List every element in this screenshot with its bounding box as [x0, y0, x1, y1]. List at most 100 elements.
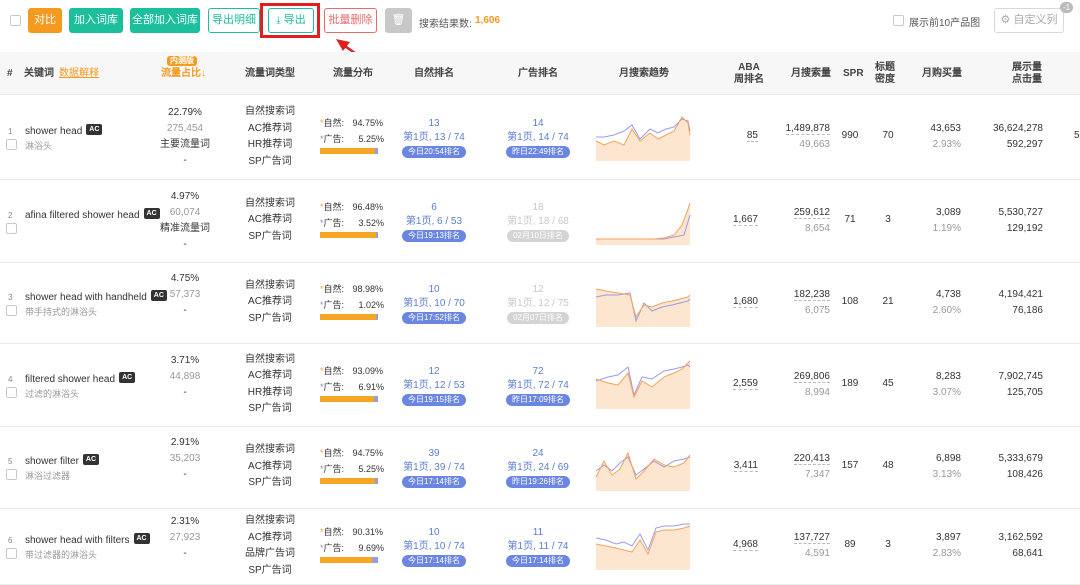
ad-pct: 6.91% [358, 381, 385, 392]
add-all-to-library-button[interactable]: 全部加入词库 [130, 8, 200, 33]
table-row[interactable]: 3 shower head with handheld AC 带手持式的淋浴头 4… [0, 262, 1080, 344]
ad-rank-cell: 18 第1页, 18 / 68 02月10日排名 [498, 201, 578, 243]
keyword-link[interactable]: shower head with filters [25, 535, 130, 546]
flow-type-tag: HR推荐词 [247, 386, 293, 398]
ad-rank-cell: 14 第1页, 14 / 74 昨日22:49排名 [498, 117, 578, 159]
row-checkbox[interactable] [6, 386, 17, 398]
row-checkbox[interactable] [6, 139, 17, 150]
ac-badge: AC [133, 533, 150, 545]
keyword-link[interactable]: shower filter [25, 456, 79, 467]
flow-type-cell: 自然搜索词 AC推荐词 SP广告词 [236, 196, 304, 246]
row-index: 2 [8, 210, 13, 220]
natural-rank-cell: 10 第1页, 10 / 74 今日17:14排名 [396, 526, 472, 568]
aba-rank: 4,968 [732, 539, 758, 551]
row-checkbox[interactable] [6, 222, 17, 234]
keyword-cell: filtered shower head AC 过滤的淋浴头 [25, 371, 136, 401]
flow-share-pct: 4.75% [170, 272, 200, 284]
table-row[interactable]: 6 shower head with filters AC 带过滤器的淋浴头 2.… [0, 508, 1080, 585]
monthly-trend-sparkline[interactable] [594, 195, 692, 245]
purchase-rate: 3.07% [932, 386, 961, 398]
flow-share-dash: - [183, 238, 187, 250]
natural-rank[interactable]: 13 [396, 117, 472, 131]
ad-rank[interactable]: 18 [498, 201, 578, 215]
select-all-checkbox[interactable] [10, 15, 21, 26]
count-badge: -1 [1060, 2, 1074, 13]
flow-type-tag: 自然搜索词 [245, 197, 295, 209]
ad-rank[interactable]: 72 [498, 365, 578, 379]
flow-share-dash: - [183, 469, 187, 480]
natural-rank[interactable]: 10 [396, 283, 472, 297]
natural-pct: 98.98% [352, 283, 384, 294]
keyword-link[interactable]: filtered shower head [25, 374, 115, 385]
title-density-value: 3 [885, 213, 891, 225]
natural-label: 自然: [323, 365, 347, 376]
delete-button[interactable]: 🗑 [385, 8, 412, 33]
data-explain-link[interactable]: 数据解释 [59, 68, 99, 80]
col-spr: SPR [843, 68, 864, 79]
purchase-rate: 3.13% [932, 469, 961, 480]
keyword-link[interactable]: shower head with handheld [25, 292, 147, 303]
ad-rank-page: 第1页, 18 / 68 [507, 215, 569, 227]
flow-dist-cell: *自然: 98.98% *广告: 1.02% [320, 281, 384, 320]
show-top10-checkbox[interactable] [893, 15, 904, 26]
aba-rank: 2,559 [732, 377, 758, 390]
monthly-trend-sparkline[interactable] [594, 441, 692, 491]
monthly-purchase-cell: 4,738 2.60% [912, 287, 961, 319]
col-keyword: 关键词 [24, 68, 54, 79]
ad-rank[interactable]: 12 [498, 283, 578, 297]
natural-rank[interactable]: 12 [396, 365, 472, 379]
table-row[interactable]: 5 shower filter AC 淋浴过滤器 2.91% 35,203 - 自… [0, 426, 1080, 509]
monthly-trend-sparkline[interactable] [594, 277, 692, 327]
natural-rank[interactable]: 6 [396, 201, 472, 215]
ad-label: 广告: [323, 543, 347, 553]
keyword-translation: 淋浴过滤器 [25, 471, 71, 481]
table-row[interactable]: 4 filtered shower head AC 过滤的淋浴头 3.71% 44… [0, 343, 1080, 427]
ad-rank[interactable]: 14 [498, 117, 578, 131]
natural-pct: 94.75% [352, 448, 384, 458]
flow-type-tag: 自然搜索词 [245, 106, 295, 117]
flow-share-num: 57,373 [169, 288, 201, 300]
natural-rank[interactable]: 10 [396, 526, 472, 540]
spr-value: 157 [841, 460, 859, 471]
aba-rank: 1,680 [732, 295, 758, 308]
keyword-link[interactable]: shower head [25, 126, 82, 137]
monthly-trend-sparkline[interactable] [594, 520, 692, 570]
spr-value: 89 [844, 539, 856, 550]
row-checkbox[interactable] [6, 304, 17, 316]
monthly-purchase-cell: 3,089 1.19% [912, 205, 961, 237]
ad-rank[interactable]: 24 [498, 447, 578, 461]
batch-delete-button[interactable]: 批量删除 [324, 8, 377, 33]
col-aba: ABA 周排名 [734, 62, 764, 85]
clicks: 125,705 [1006, 386, 1043, 398]
impressions-cell: 36,624,278 592,297 [980, 121, 1043, 153]
export-detail-button[interactable]: 导出明细 [208, 8, 260, 33]
add-to-library-button[interactable]: 加入词库 [69, 8, 123, 33]
title-density-value: 45 [882, 377, 894, 389]
natural-rank-page: 第1页, 10 / 70 [403, 297, 465, 309]
ad-rank-time: 02月10日排名 [507, 229, 569, 242]
monthly-trend-sparkline[interactable] [594, 111, 692, 161]
keyword-link[interactable]: afina filtered shower head [25, 210, 140, 221]
ad-rank-time: 02月07日排名 [507, 311, 569, 324]
monthly-search: 269,806 [793, 370, 830, 383]
col-flow-share[interactable]: 流量占比↓ [161, 68, 206, 80]
impressions: 7,902,745 [998, 370, 1044, 382]
row-checkbox[interactable] [6, 469, 17, 480]
monthly-trend-sparkline[interactable] [594, 359, 692, 409]
custom-columns-button[interactable]: ⚙ 自定义列 [994, 8, 1064, 33]
impressions-cell: 5,333,679 108,426 [980, 451, 1044, 483]
natural-label: 自然: [323, 527, 347, 537]
natural-rank[interactable]: 39 [396, 447, 472, 461]
flow-dist-bar [320, 395, 378, 402]
table-row[interactable]: 2 afina filtered shower head AC 4.97% 60,… [0, 179, 1080, 263]
table-row[interactable]: 1 shower head AC 淋浴头 22.79% 275,454 主要流量词… [0, 95, 1080, 180]
keyword-translation: 带手持式的淋浴头 [25, 306, 98, 317]
natural-rank-page: 第1页, 6 / 53 [405, 215, 463, 227]
flow-dist-cell: *自然: 90.31% *广告: 9.69% [320, 524, 384, 563]
natural-label: 自然: [323, 118, 347, 128]
row-checkbox[interactable] [6, 548, 17, 559]
ad-rank[interactable]: 11 [498, 526, 578, 540]
natural-label: 自然: [323, 283, 347, 294]
ad-label: 广告: [323, 134, 347, 144]
compare-button[interactable]: 对比 [28, 8, 62, 33]
